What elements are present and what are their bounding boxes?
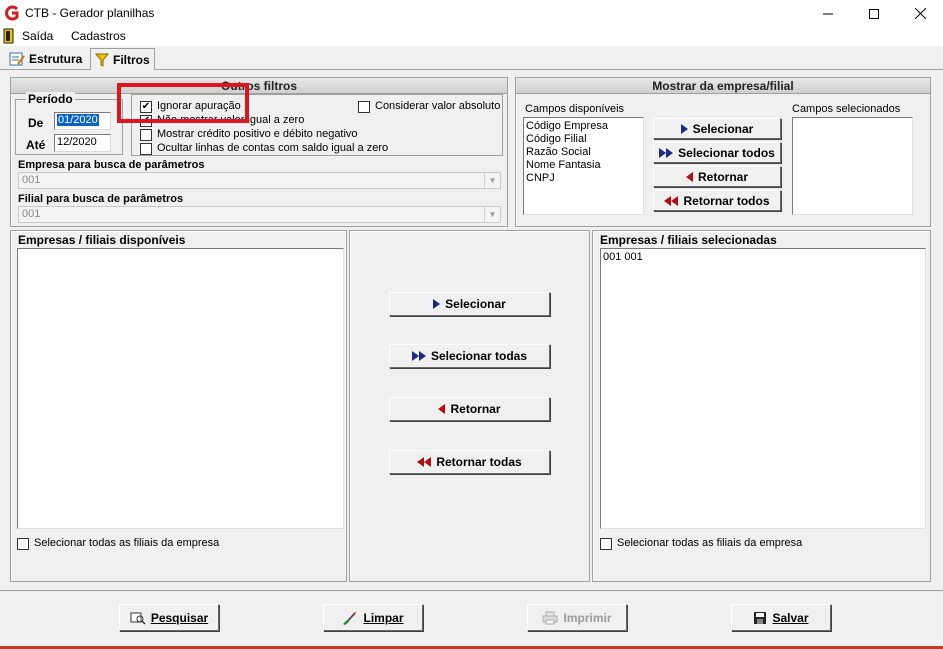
menu-cadastros[interactable]: Cadastros — [71, 29, 126, 43]
de-input[interactable]: 01/2020 — [54, 112, 111, 130]
chevron-down-icon: ▼ — [484, 173, 500, 188]
menu-saida[interactable]: Saída — [22, 29, 53, 43]
empresa-busca-label: Empresa para busca de parâmetros — [18, 159, 205, 171]
app-logo-icon — [5, 5, 19, 21]
campos-selecionar-todos-label: Selecionar todos — [678, 145, 775, 160]
maximize-icon — [869, 8, 879, 19]
filial-busca-label: Filial para busca de parâmetros — [18, 193, 184, 205]
retornar-label: Retornar — [450, 402, 501, 416]
campos-disponiveis-list[interactable]: Código Empresa Código Filial Razão Socia… — [523, 117, 644, 215]
campos-retornar-label: Retornar — [697, 169, 748, 184]
campos-selecionados-label: Campos selecionados — [792, 103, 901, 115]
filial-busca-value: 001 — [22, 208, 41, 220]
printer-icon — [542, 611, 558, 624]
filial-busca-select[interactable]: 001 ▼ — [18, 206, 501, 223]
periodo-title: Período — [26, 92, 75, 106]
campos-selecionar-button[interactable]: Selecionar — [653, 118, 781, 139]
ate-value: 12/2020 — [57, 136, 97, 148]
limpar-label: Limpar — [363, 610, 404, 625]
list-item[interactable]: Razão Social — [524, 146, 643, 159]
campos-retornar-todos-button[interactable]: Retornar todos — [653, 190, 781, 211]
pesquisar-button[interactable]: Pesquisar — [119, 604, 219, 631]
double-arrow-right-icon — [659, 147, 674, 158]
arrow-left-icon — [685, 171, 693, 182]
exit-door-icon — [3, 28, 14, 44]
ocultar-linhas-checkbox[interactable] — [140, 143, 152, 155]
maximize-button[interactable] — [851, 0, 897, 27]
ocultar-linhas-label: Ocultar linhas de contas com saldo igual… — [157, 142, 389, 154]
selecionar-todas-filiais-right-label: Selecionar todas as filiais da empresa — [617, 537, 803, 549]
empresas-disponiveis-list[interactable] — [17, 248, 344, 529]
selecionar-todas-button[interactable]: Selecionar todas — [389, 344, 550, 368]
mostrar-empresa-title: Mostrar da empresa/filial — [516, 78, 930, 94]
list-item[interactable]: Código Filial — [524, 133, 643, 146]
minimize-button[interactable] — [805, 0, 851, 27]
campos-selecionar-label: Selecionar — [692, 121, 754, 136]
double-arrow-left-icon — [664, 195, 679, 206]
limpar-button[interactable]: Limpar — [323, 604, 423, 631]
mostrar-credito-checkbox[interactable] — [140, 129, 152, 141]
salvar-button[interactable]: Salvar — [731, 604, 831, 631]
de-value: 01/2020 — [57, 114, 99, 126]
campos-disponiveis-label: Campos disponíveis — [525, 103, 625, 115]
campos-selecionar-todos-button[interactable]: Selecionar todos — [653, 142, 781, 163]
list-item[interactable]: Nome Fantasia — [524, 159, 643, 172]
retornar-button[interactable]: Retornar — [389, 397, 550, 421]
list-item[interactable]: Código Empresa — [524, 120, 643, 133]
empresas-selecionadas-label: Empresas / filiais selecionadas — [600, 233, 777, 247]
campos-retornar-button[interactable]: Retornar — [653, 166, 781, 187]
tab-estrutura[interactable]: Estrutura — [5, 48, 86, 70]
tab-filtros[interactable]: Filtros — [90, 48, 155, 70]
retornar-todas-label: Retornar todas — [436, 455, 522, 469]
imprimir-button[interactable]: Imprimir — [527, 604, 627, 631]
window-title: CTB - Gerador planilhas — [25, 6, 155, 20]
selecionar-todas-filiais-left-checkbox[interactable] — [17, 538, 29, 550]
considerar-absoluto-checkbox[interactable] — [358, 101, 370, 113]
mostrar-credito-label: Mostrar crédito positivo e débito negati… — [157, 128, 358, 140]
empresa-busca-select[interactable]: 001 ▼ — [18, 172, 501, 189]
form-edit-icon — [9, 52, 25, 66]
de-label: De — [28, 116, 44, 130]
selecionar-label: Selecionar — [445, 297, 506, 311]
selecionar-todas-label: Selecionar todas — [430, 349, 528, 363]
close-icon — [914, 8, 926, 19]
arrow-left-icon — [438, 404, 446, 414]
empresas-selecionadas-list[interactable]: 001 001 — [600, 248, 926, 529]
double-arrow-left-icon — [417, 457, 432, 467]
retornar-todas-button[interactable]: Retornar todas — [389, 450, 550, 474]
list-item[interactable]: 001 001 — [601, 251, 925, 264]
ate-label: Até — [26, 138, 46, 152]
filter-icon — [95, 53, 109, 67]
menu-bar — [0, 27, 943, 46]
considerar-absoluto-label: Considerar valor absoluto — [375, 100, 501, 112]
list-item[interactable]: CNPJ — [524, 172, 643, 185]
eraser-brush-icon — [343, 611, 357, 625]
minimize-icon — [823, 13, 833, 14]
campos-retornar-todos-label: Retornar todos — [683, 193, 770, 208]
salvar-label: Salvar — [772, 610, 809, 625]
close-button[interactable] — [897, 0, 943, 27]
double-arrow-right-icon — [411, 351, 426, 361]
search-icon — [130, 612, 146, 625]
imprimir-label: Imprimir — [563, 610, 612, 625]
selecionar-button[interactable]: Selecionar — [389, 292, 550, 316]
tab-filtros-label: Filtros — [113, 52, 150, 67]
save-disk-icon — [754, 611, 767, 624]
outros-filtros-title: Outros filtros — [11, 78, 507, 94]
tab-estrutura-label: Estrutura — [29, 52, 83, 66]
arrow-right-icon — [433, 299, 441, 309]
arrow-right-icon — [680, 123, 688, 134]
pesquisar-label: Pesquisar — [150, 610, 209, 625]
campos-selecionados-list[interactable] — [792, 117, 913, 215]
chevron-down-icon: ▼ — [484, 207, 500, 222]
empresa-busca-value: 001 — [22, 174, 41, 186]
ate-input[interactable]: 12/2020 — [54, 134, 111, 152]
selecionar-todas-filiais-right-checkbox[interactable] — [600, 538, 612, 550]
selecionar-todas-filiais-left-label: Selecionar todas as filiais da empresa — [34, 537, 220, 549]
empresas-disponiveis-label: Empresas / filiais disponíveis — [18, 233, 186, 247]
highlight-box — [117, 83, 249, 123]
